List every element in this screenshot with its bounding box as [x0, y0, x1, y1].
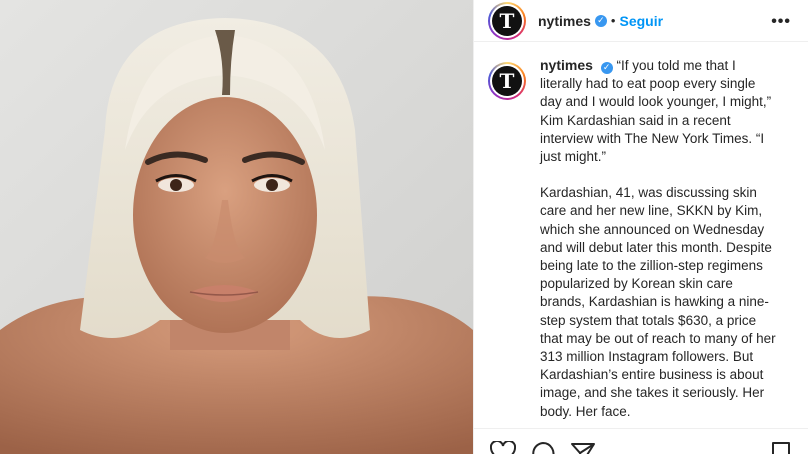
heart-icon[interactable]: [490, 441, 516, 454]
post-photo[interactable]: [0, 0, 473, 454]
action-bar: [474, 428, 808, 454]
caption-avatar: T: [492, 66, 522, 96]
share-icon[interactable]: [570, 441, 596, 454]
portrait-image: [0, 0, 473, 454]
verified-badge-icon: ✓: [594, 14, 607, 27]
more-options-icon[interactable]: •••: [771, 13, 791, 31]
author-avatar: T: [492, 5, 522, 36]
header-separator: •: [610, 13, 616, 28]
follow-button[interactable]: Seguir: [619, 13, 663, 29]
caption-paragraph-2: Kardashian, 41, was discussing skin care…: [540, 185, 776, 419]
author-avatar-frame: T: [490, 3, 524, 38]
caption-username[interactable]: nytimes: [540, 57, 593, 73]
comment-icon[interactable]: [530, 441, 556, 454]
author-avatar-ring[interactable]: T: [488, 1, 526, 40]
caption-section: T nytimes ✓ “If you told me that I liter…: [474, 56, 808, 428]
post-sidebar: T nytimes ✓ • Seguir ••• T nytimes ✓ “If…: [473, 0, 808, 454]
caption-avatar-frame: T: [490, 64, 524, 98]
post-header: T nytimes ✓ • Seguir •••: [474, 0, 808, 42]
caption-quote: “If you told me that I literally had to …: [540, 58, 772, 165]
caption-avatar-ring[interactable]: T: [488, 62, 526, 100]
caption-paragraph-1: nytimes ✓ “If you told me that I literal…: [540, 56, 776, 166]
caption-text: nytimes ✓ “If you told me that I literal…: [540, 56, 776, 428]
caption-verified-badge-icon: ✓: [600, 61, 613, 74]
bookmark-icon[interactable]: [770, 441, 792, 454]
author-username[interactable]: nytimes: [538, 13, 591, 29]
